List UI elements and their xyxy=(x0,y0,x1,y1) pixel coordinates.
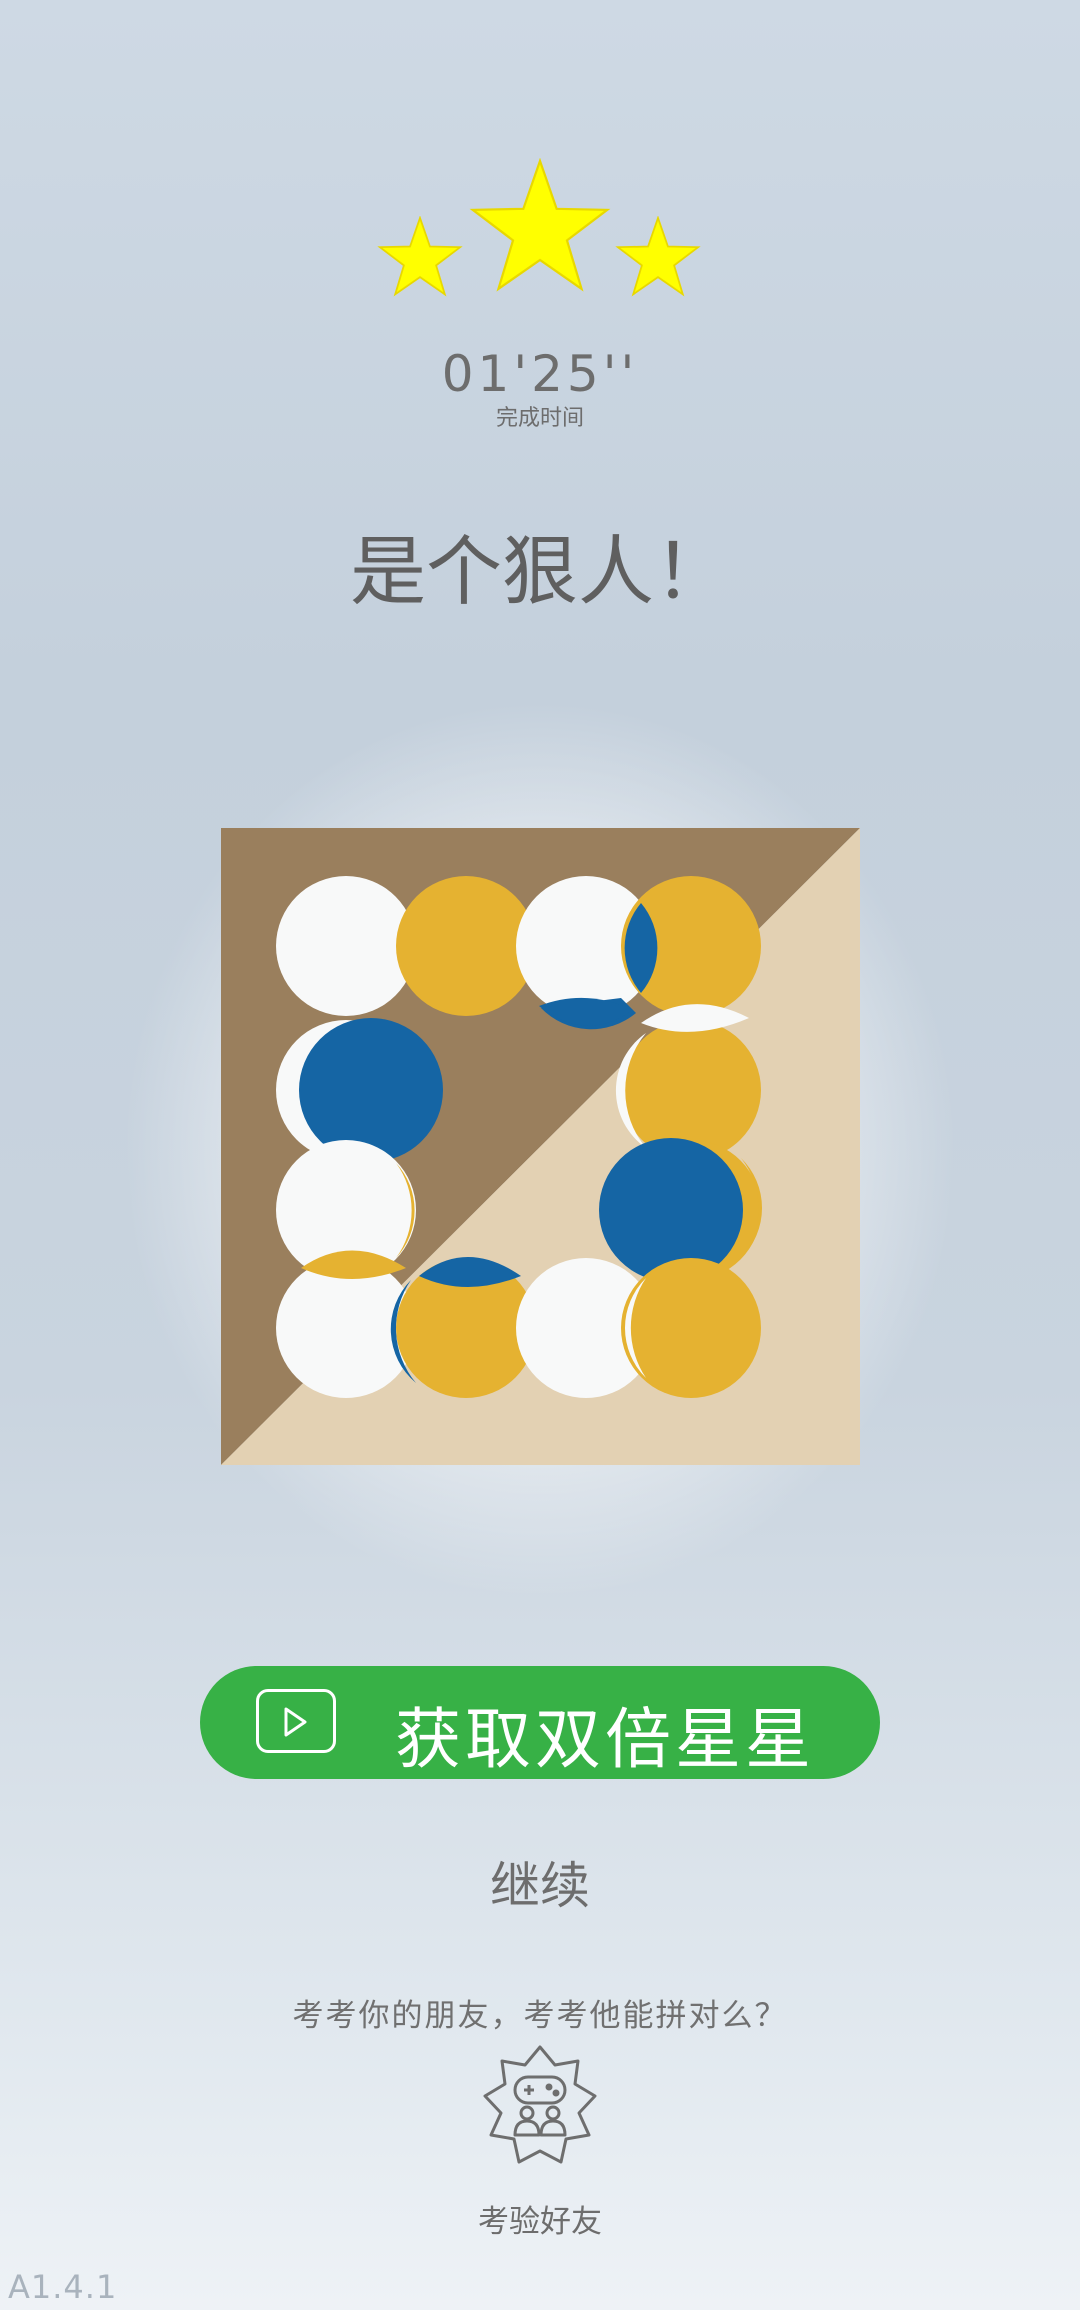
completion-time: 01'25'' xyxy=(441,345,639,403)
double-stars-label: 获取双倍星星 xyxy=(395,1701,815,1778)
result-title: 是个狠人！ xyxy=(350,527,730,616)
star-icon xyxy=(615,216,701,297)
puzzle-piece xyxy=(276,876,416,1016)
version-label: A1.4.1 xyxy=(8,2268,118,2306)
star-rating xyxy=(0,150,1080,310)
completion-time-label: 完成时间 xyxy=(495,406,584,431)
double-stars-button[interactable]: 获取双倍星星 xyxy=(200,1666,880,1779)
challenge-friend-text: 考考你的朋友，考考他能拼对么？ xyxy=(292,1998,788,2034)
continue-button[interactable]: 继续 xyxy=(440,1846,640,1916)
star-icon xyxy=(469,158,611,292)
play-video-icon xyxy=(256,1689,336,1753)
gamepad-friends-icon[interactable] xyxy=(477,2043,603,2169)
puzzle-piece xyxy=(621,1020,761,1160)
star-icon xyxy=(377,216,463,297)
puzzle-piece xyxy=(396,876,536,1016)
puzzle-piece xyxy=(621,1258,761,1398)
challenge-friend-label[interactable]: 考验好友 xyxy=(0,2196,1080,2241)
completed-puzzle-board xyxy=(221,828,860,1465)
